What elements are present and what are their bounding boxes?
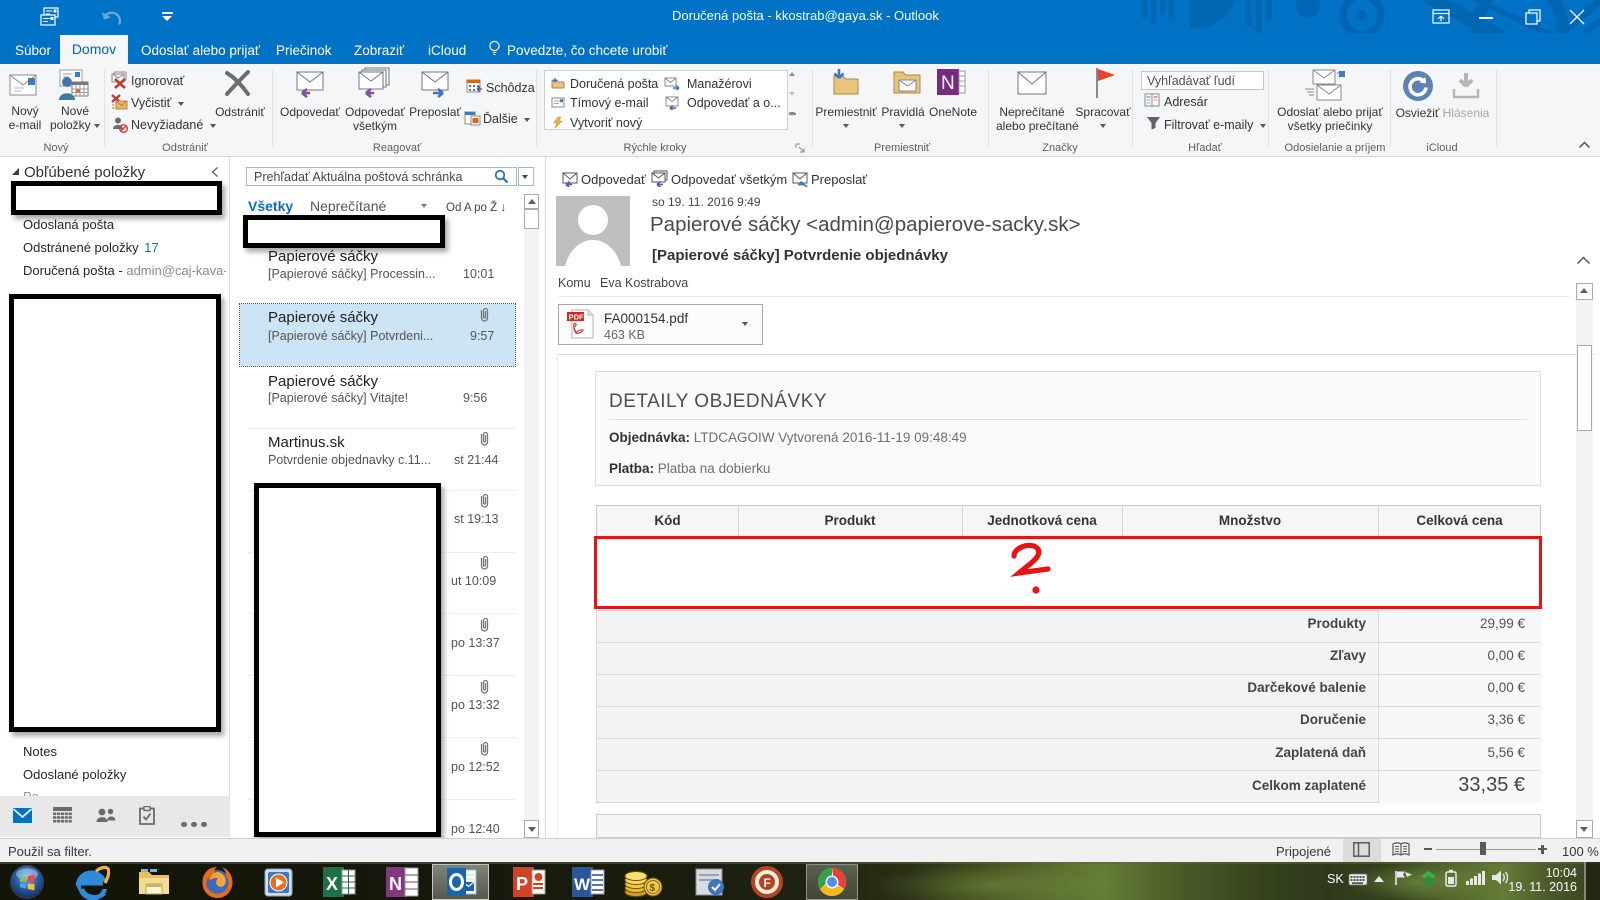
svg-text:X: X [326,874,338,894]
svg-text:$: $ [650,883,656,894]
svg-text:N: N [389,874,402,894]
svg-text:N: N [941,73,955,94]
svg-text:F: F [764,876,771,890]
svg-text:P: P [516,874,528,894]
svg-text:PDF: PDF [569,312,584,321]
svg-text:W: W [574,875,591,894]
